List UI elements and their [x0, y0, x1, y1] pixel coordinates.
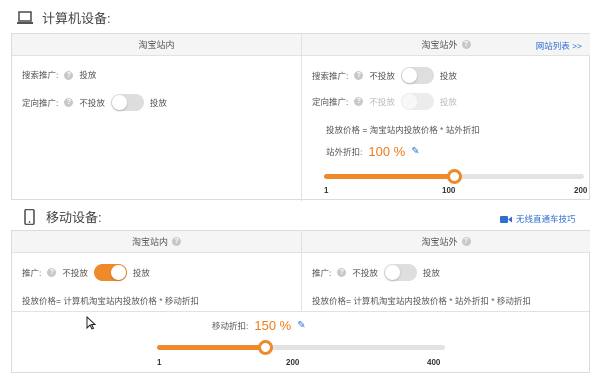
mobile-inside-promo-toggle[interactable] — [93, 264, 127, 281]
mobile-discount-value: 150 % — [254, 318, 292, 333]
slider-min-label: 1 — [324, 186, 329, 195]
slider-max-label: 400 — [427, 358, 441, 367]
computer-outside-search-toggle[interactable] — [400, 67, 434, 84]
computer-inside-target-toggle[interactable] — [110, 94, 144, 111]
wireless-tips-link[interactable]: 无线直通车技巧 — [500, 213, 576, 225]
slider-mid-label: 200 — [286, 358, 300, 367]
edit-pencil-icon[interactable]: ✎ — [411, 146, 419, 157]
mobile-outside-header: 淘宝站外 ? — [302, 231, 590, 253]
slider-fill — [157, 345, 265, 350]
mobile-outside-promo-row: 推广: ? 不投放 投放 — [312, 264, 440, 281]
computer-outside-discount-row: 站外折扣: 100 % ✎ — [326, 144, 420, 159]
mobile-outside-formula: 投放价格= 计算机淘宝站内投放价格 * 站外折扣 * 移动折扣 — [312, 296, 531, 306]
mobile-outside-column: 淘宝站外 ? 推广: ? 不投放 投放 投放价格= 计算机淘宝站内投放价格 * … — [302, 231, 590, 311]
computer-inside-search-row: 搜索推广: ? 投放 — [22, 70, 97, 80]
computer-inside-column: 淘宝站内 搜索推广: ? 投放 定向推广: ? 不投放 投放 — [12, 34, 301, 199]
help-icon[interactable]: ? — [64, 98, 74, 107]
computer-inside-target-row: 定向推广: ? 不投放 投放 — [22, 94, 167, 111]
mobile-inside-header: 淘宝站内 ? — [12, 231, 301, 253]
mobile-discount-slider[interactable] — [157, 340, 445, 355]
mobile-section-title: 移动设备: — [20, 207, 102, 226]
help-icon[interactable]: ? — [354, 97, 364, 106]
edit-pencil-icon[interactable]: ✎ — [297, 320, 305, 331]
slider-max-label: 200 — [574, 186, 588, 195]
mobile-phone-icon — [24, 208, 35, 225]
mobile-panel: 淘宝站内 ? 推广: ? 不投放 投放 投放价格= 计算机淘宝站内投放价格 * … — [11, 230, 590, 373]
help-icon[interactable]: ? — [47, 268, 57, 277]
mobile-inside-promo-row: 推广: ? 不投放 投放 — [22, 264, 150, 281]
computer-panel: 淘宝站内 搜索推广: ? 投放 定向推广: ? 不投放 投放 淘宝站外 ? 网站… — [11, 33, 590, 201]
slider-thumb[interactable] — [446, 169, 462, 184]
mobile-outside-promo-toggle[interactable] — [383, 264, 417, 281]
slider-mid-label: 100 — [442, 186, 456, 195]
computer-outside-search-row: 搜索推广: ? 不投放 投放 — [312, 67, 457, 84]
slider-min-label: 1 — [157, 358, 162, 367]
laptop-icon — [17, 10, 33, 24]
help-icon[interactable]: ? — [172, 237, 181, 246]
help-icon[interactable]: ? — [64, 70, 74, 80]
mobile-inside-column: 淘宝站内 ? 推广: ? 不投放 投放 投放价格= 计算机淘宝站内投放价格 * … — [12, 231, 301, 372]
computer-section-title: 计算机设备: — [16, 8, 111, 27]
help-icon[interactable]: ? — [354, 71, 364, 80]
computer-outside-formula: 投放价格 = 淘宝站内投放价格 * 站外折扣 — [326, 125, 480, 135]
help-icon[interactable]: ? — [337, 268, 347, 277]
computer-outside-column: 淘宝站外 ? 网站列表 >> 搜索推广: ? 不投放 投放 定向推广: ? 不投… — [302, 34, 590, 199]
mobile-inside-formula: 投放价格= 计算机淘宝站内投放价格 * 移动折扣 — [22, 296, 199, 306]
help-icon[interactable]: ? — [461, 237, 471, 246]
mobile-discount-row: 移动折扣: 150 % ✎ — [212, 318, 306, 333]
help-icon[interactable]: ? — [461, 40, 471, 49]
computer-inside-header: 淘宝站内 — [12, 34, 301, 56]
computer-outside-target-toggle — [400, 93, 434, 110]
slider-fill — [324, 174, 454, 179]
computer-discount-slider[interactable] — [324, 169, 584, 184]
computer-discount-value: 100 % — [368, 144, 406, 159]
computer-outside-target-row: 定向推广: ? 不投放 投放 — [312, 93, 457, 110]
computer-title: 计算机设备: — [42, 11, 111, 26]
mouse-cursor-icon — [86, 316, 96, 330]
site-list-link[interactable]: 网站列表 >> — [536, 40, 582, 52]
video-camera-icon — [500, 215, 512, 223]
row-divider — [12, 311, 589, 312]
mobile-title: 移动设备: — [46, 210, 102, 225]
slider-thumb[interactable] — [257, 340, 273, 355]
